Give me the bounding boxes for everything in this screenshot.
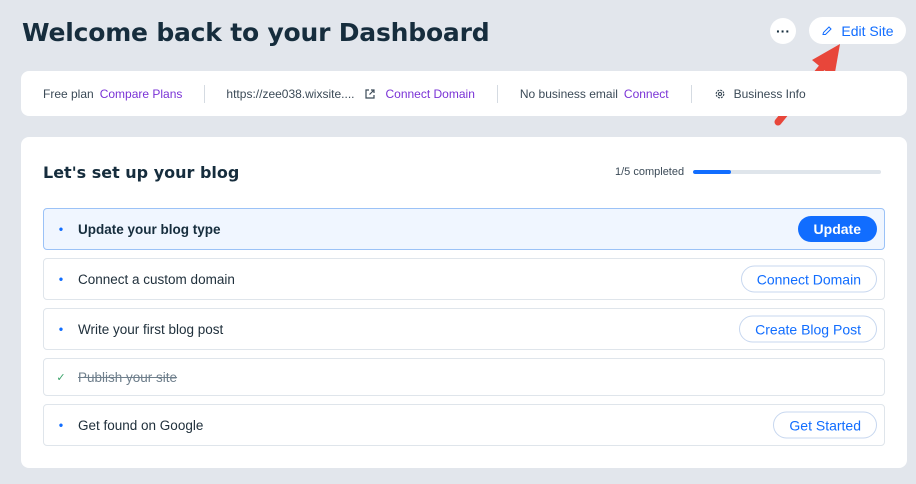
edit-site-button[interactable]: Edit Site <box>809 17 906 44</box>
bullet-icon: • <box>58 418 64 432</box>
site-url[interactable]: https://zee038.wixsite.... <box>226 87 354 101</box>
get-started-button[interactable]: Get Started <box>773 411 877 439</box>
pencil-icon <box>822 25 833 35</box>
step-row-connect-domain[interactable]: • Connect a custom domain Connect Domain <box>43 258 885 300</box>
bullet-icon: • <box>58 272 64 286</box>
create-blog-post-button[interactable]: Create Blog Post <box>739 315 877 343</box>
connect-domain-link[interactable]: Connect Domain <box>385 87 474 101</box>
compare-plans-link[interactable]: Compare Plans <box>100 87 183 101</box>
divider <box>690 84 692 103</box>
step-row-write-post[interactable]: • Write your first blog post Create Blog… <box>43 308 885 350</box>
more-options-button[interactable]: ··· <box>770 18 796 44</box>
step-row-update-blog-type[interactable]: • Update your blog type Update <box>43 208 885 250</box>
progress-bar <box>693 170 881 174</box>
connect-domain-button[interactable]: Connect Domain <box>740 265 877 293</box>
edit-site-label: Edit Site <box>841 22 894 39</box>
gear-icon <box>715 89 725 98</box>
setup-title: Let's set up your blog <box>43 163 240 182</box>
bullet-icon: • <box>58 222 64 236</box>
business-info-link[interactable]: Business Info <box>714 87 806 101</box>
progress-label: 1/5 completed <box>615 166 685 178</box>
step-row-publish-site[interactable]: ✓ Publish your site <box>43 358 885 396</box>
page-title: Welcome back to your Dashboard <box>22 18 490 47</box>
divider <box>496 84 498 103</box>
email-segment: No business email Connect <box>520 87 669 101</box>
bullet-icon: • <box>58 322 64 336</box>
more-icon: ··· <box>776 23 790 39</box>
step-label: Update your blog type <box>78 221 221 237</box>
domain-segment: https://zee038.wixsite.... Connect Domai… <box>226 87 474 101</box>
plan-segment: Free plan Compare Plans <box>43 87 182 101</box>
email-status: No business email <box>519 86 618 101</box>
progress-fill <box>693 170 731 174</box>
step-row-get-found[interactable]: • Get found on Google Get Started <box>43 404 885 446</box>
update-button[interactable]: Update <box>797 216 877 242</box>
external-link-icon[interactable] <box>364 88 376 100</box>
plan-label: Free plan <box>43 86 94 101</box>
email-connect-link[interactable]: Connect <box>624 87 669 101</box>
step-label: Publish your site <box>78 369 178 385</box>
step-label: Get found on Google <box>78 417 204 433</box>
business-info-label: Business Info <box>733 86 806 101</box>
divider <box>204 84 206 103</box>
setup-card: Let's set up your blog 1/5 completed • U… <box>21 137 907 468</box>
site-info-bar: Free plan Compare Plans https://zee038.w… <box>21 71 907 116</box>
check-icon: ✓ <box>56 371 66 384</box>
